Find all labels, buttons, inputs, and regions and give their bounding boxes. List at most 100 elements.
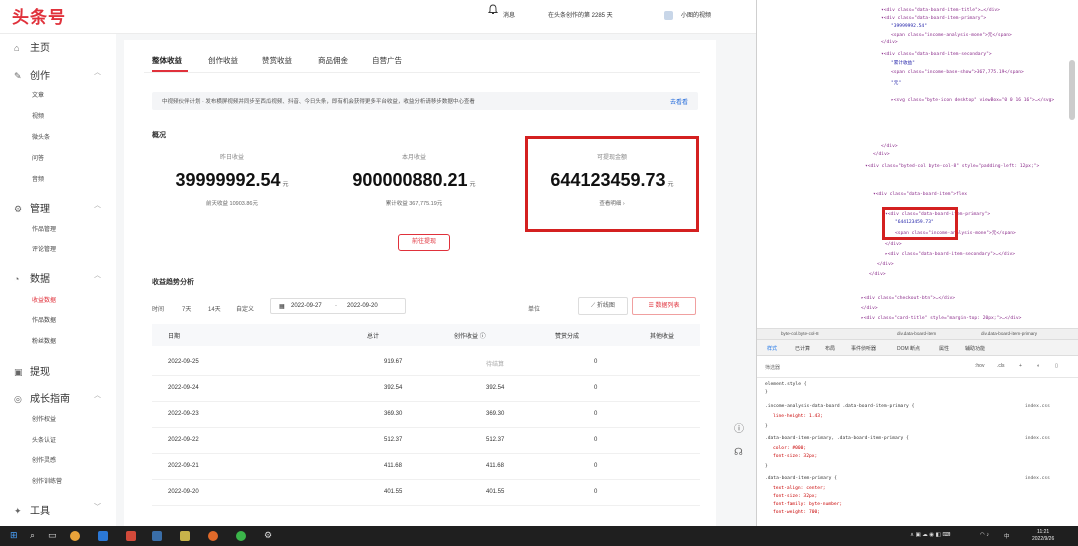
notice-link[interactable]: 消息 — [503, 10, 515, 19]
tab-properties[interactable]: 属性 — [939, 345, 949, 352]
sidebar-toggle-icon[interactable]: ▯ — [1055, 363, 1058, 369]
hov-toggle[interactable]: :hov — [975, 363, 984, 369]
sidebar-item-data[interactable]: ◔ 数据 ︿ — [14, 270, 101, 285]
wifi-icon[interactable]: ◠ ♪ — [980, 532, 989, 538]
wechat-icon[interactable] — [236, 531, 246, 541]
sidebar-sub-qa[interactable]: 问答 — [32, 153, 44, 162]
sidebar-item-growth[interactable]: ◎ 成长指南 ︿ — [14, 390, 101, 405]
tab-listeners[interactable]: 事件侦听器 — [851, 345, 876, 352]
settings-icon[interactable]: ⚙ — [264, 530, 272, 541]
office-icon[interactable] — [126, 531, 136, 541]
user-name[interactable]: 小图的视频 — [681, 13, 711, 19]
windows-start-icon[interactable]: ⊞ — [10, 530, 18, 541]
sidebar-item-manage[interactable]: ⚙ 管理 ︿ — [14, 200, 101, 215]
terminal-icon[interactable] — [152, 531, 162, 541]
tab-ads[interactable]: 自营广告 — [372, 55, 402, 66]
pen-icon: ✎ — [14, 71, 22, 81]
breadcrumb-item[interactable]: byte-col.byte-col-8 — [781, 331, 819, 336]
folder-icon[interactable] — [180, 531, 190, 541]
tool-icon: ✦ — [14, 506, 22, 516]
browser-icon[interactable] — [98, 531, 108, 541]
bell-icon[interactable] — [488, 4, 498, 15]
range-14d[interactable]: 14天 — [208, 304, 221, 313]
compass-icon: ◎ — [14, 394, 22, 404]
sidebar-sub-article[interactable]: 文章 — [32, 90, 44, 99]
tab-computed[interactable]: 已计算 — [795, 345, 810, 352]
banner-link[interactable]: 去看看 — [670, 97, 688, 106]
start-date[interactable]: 2022-09-27 — [291, 303, 322, 309]
sidebar-item-tools[interactable]: ✦ 工具 ﹀ — [14, 502, 101, 517]
data-list-button[interactable]: ☰ 数据列表 — [632, 297, 696, 315]
sidebar-sub-weitoutiao[interactable]: 微头条 — [32, 132, 50, 141]
sidebar-sub-cert[interactable]: 头条认证 — [32, 435, 56, 444]
end-date[interactable]: 2022-09-20 — [347, 303, 378, 309]
source-link[interactable]: index.css — [1025, 404, 1050, 409]
table-row: 2022-09-23 369.30 369.30 0 — [152, 402, 700, 428]
scrollbar[interactable] — [1069, 60, 1075, 120]
chrome-icon[interactable] — [70, 531, 80, 541]
elements-tree[interactable]: ▾<div class="data-board-item-title">…</d… — [757, 0, 1078, 328]
table-row: 2022-09-22 512.37 512.37 0 — [152, 428, 700, 454]
styles-filter-input[interactable]: 筛选器 — [765, 364, 780, 371]
tab-dom-breakpoints[interactable]: DOM 断点 — [897, 345, 920, 352]
date-range-picker[interactable]: ▦ 2022-09-27 - 2022-09-20 — [270, 298, 406, 314]
tab-creation[interactable]: 创作收益 — [208, 55, 238, 66]
withdraw-button[interactable]: 前往提现 — [398, 234, 450, 251]
cls-toggle[interactable]: .cls — [997, 363, 1005, 369]
range-7d[interactable]: 7天 — [182, 304, 191, 313]
col-creation: 创作收益 ⓘ — [454, 334, 486, 340]
home-icon: ⌂ — [14, 43, 20, 53]
chevron-up-icon[interactable]: ︿ — [94, 200, 101, 210]
source-link[interactable]: index.css — [1025, 476, 1050, 481]
gear-icon: ⚙ — [14, 204, 23, 214]
user-avatar[interactable]: 小图的视频 — [664, 10, 711, 20]
breadcrumb-item[interactable]: div.data-board-item — [897, 331, 936, 336]
sidebar: ⌂ 主页 ✎ 创作 ︿ 文章 视频 微头条 问答 音频 ⚙ 管理 ︿ 作品管理 评论管理 … — [0, 34, 116, 526]
search-icon[interactable]: ⌕ — [30, 530, 35, 541]
input-language[interactable]: 中 — [1004, 532, 1010, 540]
tabs-divider — [144, 72, 700, 73]
stat-sub: 前天收益 10903.86元 — [206, 201, 258, 207]
sidebar-item-withdraw[interactable]: ▣ 提现 — [14, 363, 50, 378]
line-chart-button[interactable]: ⟋ 折线图 — [578, 297, 628, 315]
tab-layout[interactable]: 布局 — [825, 345, 835, 352]
sidebar-sub-training[interactable]: 创作训练营 — [32, 476, 62, 485]
devtools-highlight-box — [882, 207, 958, 240]
sidebar-sub-works[interactable]: 作品管理 — [32, 224, 56, 233]
chevron-up-icon[interactable]: ︿ — [94, 67, 101, 77]
devtools-subtabs: 样式 已计算 布局 事件侦听器 DOM 断点 属性 辅助功能 — [757, 340, 1078, 356]
date-separator: - — [335, 303, 337, 309]
new-rule-button[interactable]: + — [1019, 363, 1022, 369]
breadcrumb-item[interactable]: div.data-board-item-primary — [981, 331, 1037, 336]
tab-styles[interactable]: 样式 — [767, 345, 777, 352]
unit-label: 单位 — [528, 307, 541, 313]
source-link[interactable]: index.css — [1025, 436, 1050, 441]
firefox-icon[interactable] — [208, 531, 218, 541]
tab-accessibility[interactable]: 辅助功能 — [965, 345, 985, 352]
paint-icon[interactable]: ◐ — [1037, 363, 1040, 369]
sidebar-sub-fans-data[interactable]: 粉丝数据 — [32, 336, 56, 345]
tray-icons[interactable]: ∧ ▣ ☁ ◉ ◧ ⌨ — [910, 532, 950, 538]
chevron-up-icon[interactable]: ︿ — [94, 390, 101, 400]
tab-reward[interactable]: 赞赏收益 — [262, 55, 292, 66]
sidebar-item-create[interactable]: ✎ 创作 ︿ — [14, 67, 101, 82]
sidebar-sub-audio[interactable]: 音频 — [32, 174, 44, 183]
sidebar-sub-income[interactable]: 收益数据 — [32, 295, 56, 304]
chevron-down-icon[interactable]: ﹀ — [94, 502, 101, 512]
tab-overall[interactable]: 整体收益 — [152, 55, 182, 66]
sidebar-item-home[interactable]: ⌂ 主页 — [14, 39, 50, 54]
sidebar-sub-comments[interactable]: 评论管理 — [32, 244, 56, 253]
chevron-up-icon[interactable]: ︿ — [94, 270, 101, 280]
tab-commission[interactable]: 商品佣金 — [318, 55, 348, 66]
sidebar-sub-rights[interactable]: 创作权益 — [32, 414, 56, 423]
help-icon: ⓘ — [479, 334, 486, 340]
sidebar-sub-video[interactable]: 视频 — [32, 111, 44, 120]
task-view-icon[interactable]: ▭ — [48, 530, 57, 541]
headset-icon[interactable]: ☊ — [734, 447, 743, 458]
help-float-icon[interactable]: ⓘ — [734, 420, 744, 435]
range-custom[interactable]: 自定义 — [236, 304, 254, 313]
system-clock[interactable]: 11:21 2022/9/26 — [1032, 529, 1054, 543]
sidebar-sub-inspiration[interactable]: 创作灵感 — [32, 455, 56, 464]
sidebar-sub-works-data[interactable]: 作品数据 — [32, 315, 56, 324]
logo[interactable]: 头条号 — [12, 3, 66, 28]
